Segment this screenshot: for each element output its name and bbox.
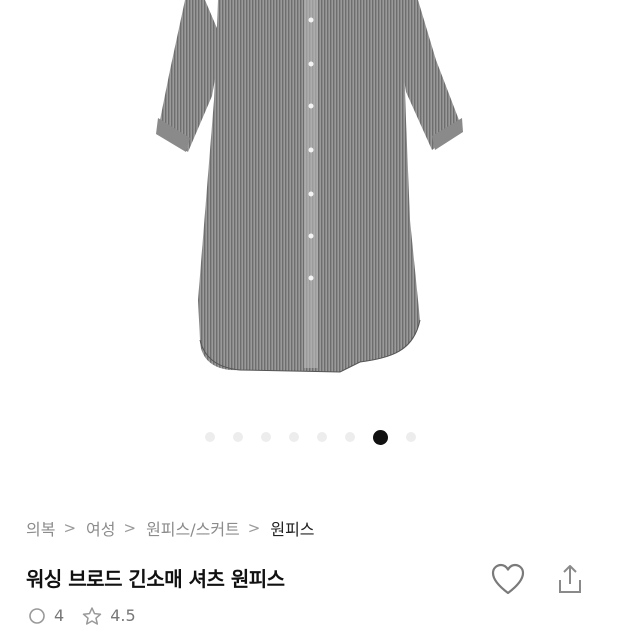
carousel-dot[interactable]: [405, 432, 416, 442]
comment-icon: [29, 607, 45, 624]
product-title: 워싱 브로드 긴소매 셔츠 원피스: [26, 567, 285, 591]
comment-count: 4: [54, 606, 65, 625]
carousel-dot[interactable]: [316, 432, 327, 442]
breadcrumb-item-dress[interactable]: 원피스: [270, 516, 314, 540]
carousel-dot[interactable]: [344, 432, 355, 442]
heart-icon: [491, 563, 525, 595]
rating-value: 4.5: [110, 606, 136, 625]
breadcrumb-item-clothing[interactable]: 의복: [26, 516, 55, 540]
share-icon: [559, 565, 581, 593]
carousel-indicator: [0, 429, 620, 445]
carousel-dot[interactable]: [372, 429, 388, 445]
shirt-dress-image: [156, 0, 463, 373]
like-button[interactable]: [490, 562, 526, 596]
chevron-right-icon: >: [247, 519, 261, 537]
breadcrumb: 의복 > 여성 > 원피스/스커트 > 원피스: [26, 516, 315, 540]
chevron-right-icon: >: [63, 519, 77, 537]
star-icon: [82, 606, 102, 625]
chevron-right-icon: >: [123, 519, 137, 537]
carousel-dot[interactable]: [260, 432, 271, 442]
carousel-dot[interactable]: [232, 432, 243, 442]
carousel-dot[interactable]: [204, 432, 215, 442]
product-stats: 4 4.5: [28, 606, 146, 625]
product-image[interactable]: [0, 0, 620, 420]
share-button[interactable]: [553, 562, 587, 598]
breadcrumb-item-women[interactable]: 여성: [86, 516, 115, 540]
breadcrumb-item-dress-skirt[interactable]: 원피스/스커트: [146, 516, 240, 540]
carousel-dot[interactable]: [288, 432, 299, 442]
